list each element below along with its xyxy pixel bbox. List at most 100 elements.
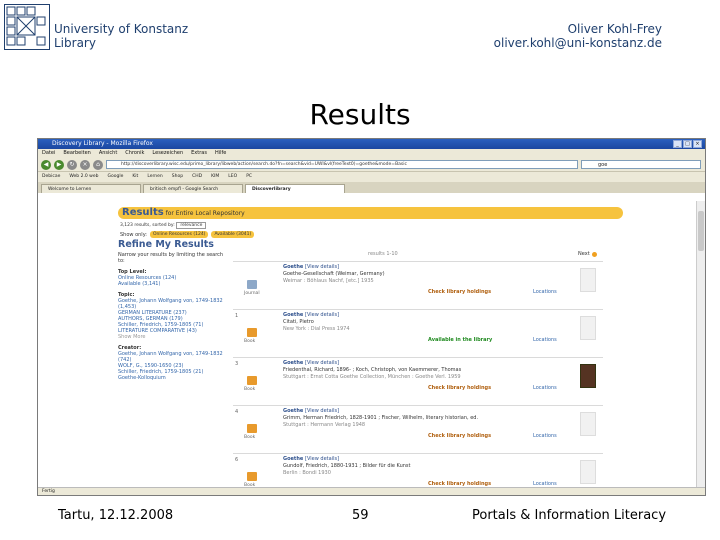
menu-bar: Datei Bearbeiten Ansicht Chronik Lesezei… xyxy=(38,149,705,158)
bookmark-item[interactable]: PC xyxy=(246,172,252,182)
locations-tab[interactable]: Locations xyxy=(533,289,557,295)
bookmark-item[interactable]: CHD xyxy=(192,172,202,182)
record-title[interactable]: Goethe xyxy=(283,312,303,318)
menu-item[interactable]: Chronik xyxy=(125,149,144,158)
bookmark-item[interactable]: Web 2.0 web xyxy=(69,172,98,182)
record-type: Book xyxy=(244,339,256,344)
record-title-line: Goethe [View details] xyxy=(283,360,339,366)
home-icon[interactable]: ⌂ xyxy=(93,159,103,170)
record-title[interactable]: Goethe xyxy=(283,408,303,414)
record-publication: Berlin : Bondi 1930 xyxy=(283,470,331,476)
menu-item[interactable]: Datei xyxy=(42,149,55,158)
bookmark-item[interactable]: KIM xyxy=(211,172,219,182)
institution-name: University of Konstanz Library xyxy=(54,22,188,50)
locations-tab[interactable]: Locations xyxy=(533,433,557,439)
record-title-line: Goethe [View details] xyxy=(283,312,339,318)
institution-line1: University of Konstanz xyxy=(54,22,189,36)
availability-status[interactable]: Check library holdings xyxy=(428,289,491,295)
show-only-filter: Show only: Online Resources (124) Availa… xyxy=(120,231,255,238)
record-publication: Weimar : Böhlaus Nachf, [etc.] 1935 xyxy=(283,278,374,284)
record-author: Gundolf, Friedrich, 1880-1931 ; Bilder f… xyxy=(283,463,411,469)
availability-status[interactable]: Check library holdings xyxy=(428,433,491,439)
back-icon[interactable]: ◀ xyxy=(41,159,51,170)
result-record: 1 Book Goethe [View details] Citati, Pie… xyxy=(233,309,603,355)
bookmarks-bar: Debicae Web 2.0 web Google Kit Lernen Sh… xyxy=(38,172,705,182)
record-publication: Stuttgart : Ernst Cotta Goethe Collectio… xyxy=(283,374,461,380)
results-banner: Results for Entire Local Repository xyxy=(118,207,623,219)
minimize-icon[interactable]: _ xyxy=(673,140,682,148)
cover-thumbnail xyxy=(580,460,596,484)
show-more-link[interactable]: Show More xyxy=(118,334,228,340)
record-title[interactable]: Goethe xyxy=(283,456,303,462)
cover-thumbnail xyxy=(580,412,596,436)
tab-discoverlibrary[interactable]: Discoverlibrary xyxy=(245,184,345,193)
tab-bar: Welcome to Lernen britisch empfl - Googl… xyxy=(38,182,705,193)
refine-link[interactable]: Goethe, Johann Wolfgang von, 1749-1832 (… xyxy=(118,298,228,310)
menu-item[interactable]: Hilfe xyxy=(215,149,226,158)
result-record: 4 Book Goethe [View details] Grimm, Herm… xyxy=(233,405,603,451)
record-number: 3 xyxy=(235,361,239,367)
show-only-label: Show only: xyxy=(120,231,147,238)
footer-topic: Portals & Information Literacy xyxy=(472,508,667,523)
bookmark-item[interactable]: LEO xyxy=(228,172,237,182)
bookmark-item[interactable]: Debicae xyxy=(42,172,60,182)
menu-item[interactable]: Ansicht xyxy=(99,149,117,158)
view-details-link[interactable]: [View details] xyxy=(305,312,339,318)
record-title[interactable]: Goethe xyxy=(283,360,303,366)
slide-title: Results xyxy=(309,98,411,131)
forward-icon[interactable]: ▶ xyxy=(54,159,64,170)
bookmark-item[interactable]: Lernen xyxy=(147,172,162,182)
bookmark-item[interactable]: Kit xyxy=(132,172,138,182)
record-number: 1 xyxy=(235,313,239,319)
tab-welcome[interactable]: Welcome to Lernen xyxy=(41,184,141,193)
next-link[interactable]: Next xyxy=(578,251,590,257)
refine-link[interactable]: Goethe, Johann Wolfgang von, 1749-1832 (… xyxy=(118,351,228,363)
tab-google[interactable]: britisch empfl - Google Search xyxy=(143,184,243,193)
author-name: Oliver Kohl-Frey xyxy=(567,22,662,36)
bookmark-item[interactable]: Google xyxy=(107,172,123,182)
author-email: oliver.kohl@uni-konstanz.de xyxy=(493,36,662,50)
availability-status[interactable]: Check library holdings xyxy=(428,385,491,391)
locations-tab[interactable]: Locations xyxy=(533,337,557,343)
availability-status[interactable]: Available in the library xyxy=(428,337,492,343)
record-type: Journal xyxy=(244,291,260,296)
record-number: 4 xyxy=(235,409,239,415)
locations-tab[interactable]: Locations xyxy=(533,385,557,391)
next-page-button[interactable]: Next xyxy=(578,251,597,257)
author-block: Oliver Kohl-Frey oliver.kohl@uni-konstan… xyxy=(494,22,662,50)
next-arrow-icon[interactable] xyxy=(591,251,597,257)
available-chip[interactable]: Available (3041) xyxy=(211,231,255,238)
bookmark-item[interactable]: Shop xyxy=(172,172,183,182)
address-bar[interactable]: http://discoverlibrary.wisc.edu/primo_li… xyxy=(106,160,578,169)
menu-item[interactable]: Lesezeichen xyxy=(152,149,183,158)
pager: results 1-10 xyxy=(368,251,398,257)
refine-link[interactable]: Available (3,141) xyxy=(118,281,228,287)
view-details-link[interactable]: [View details] xyxy=(305,360,339,366)
footer-page-number: 59 xyxy=(352,508,369,523)
browser-screenshot: Discovery Library - Mozilla Firefox _ □ … xyxy=(37,138,706,496)
record-title-line: Goethe [View details] xyxy=(283,264,339,270)
record-title[interactable]: Goethe xyxy=(283,264,303,270)
refine-link[interactable]: Goethe-Kolloquium xyxy=(118,375,228,381)
maximize-icon[interactable]: □ xyxy=(683,140,692,148)
record-publication: New York : Dial Press 1974 xyxy=(283,326,350,332)
menu-item[interactable]: Extras xyxy=(191,149,207,158)
reload-icon[interactable]: ↻ xyxy=(67,159,77,170)
vertical-scrollbar[interactable] xyxy=(696,201,705,489)
window-title: Discovery Library - Mozilla Firefox xyxy=(52,140,153,147)
navigation-toolbar: ◀ ▶ ↻ × ⌂ http://discoverlibrary.wisc.ed… xyxy=(38,158,705,172)
view-details-link[interactable]: [View details] xyxy=(305,456,339,462)
search-input[interactable]: goe xyxy=(581,160,701,169)
sort-select[interactable]: relevance xyxy=(176,222,207,229)
online-resources-chip[interactable]: Online Resources (124) xyxy=(149,231,209,238)
stop-icon[interactable]: × xyxy=(80,159,90,170)
scrollbar-thumb[interactable] xyxy=(698,211,704,251)
view-details-link[interactable]: [View details] xyxy=(305,264,339,270)
refine-panel: Refine My Results Narrow your results by… xyxy=(118,239,228,381)
book-icon xyxy=(247,472,257,481)
close-icon[interactable]: × xyxy=(693,140,702,148)
record-type: Book xyxy=(244,435,256,440)
view-details-link[interactable]: [View details] xyxy=(305,408,339,414)
menu-item[interactable]: Bearbeiten xyxy=(63,149,90,158)
record-title-line: Goethe [View details] xyxy=(283,408,339,414)
